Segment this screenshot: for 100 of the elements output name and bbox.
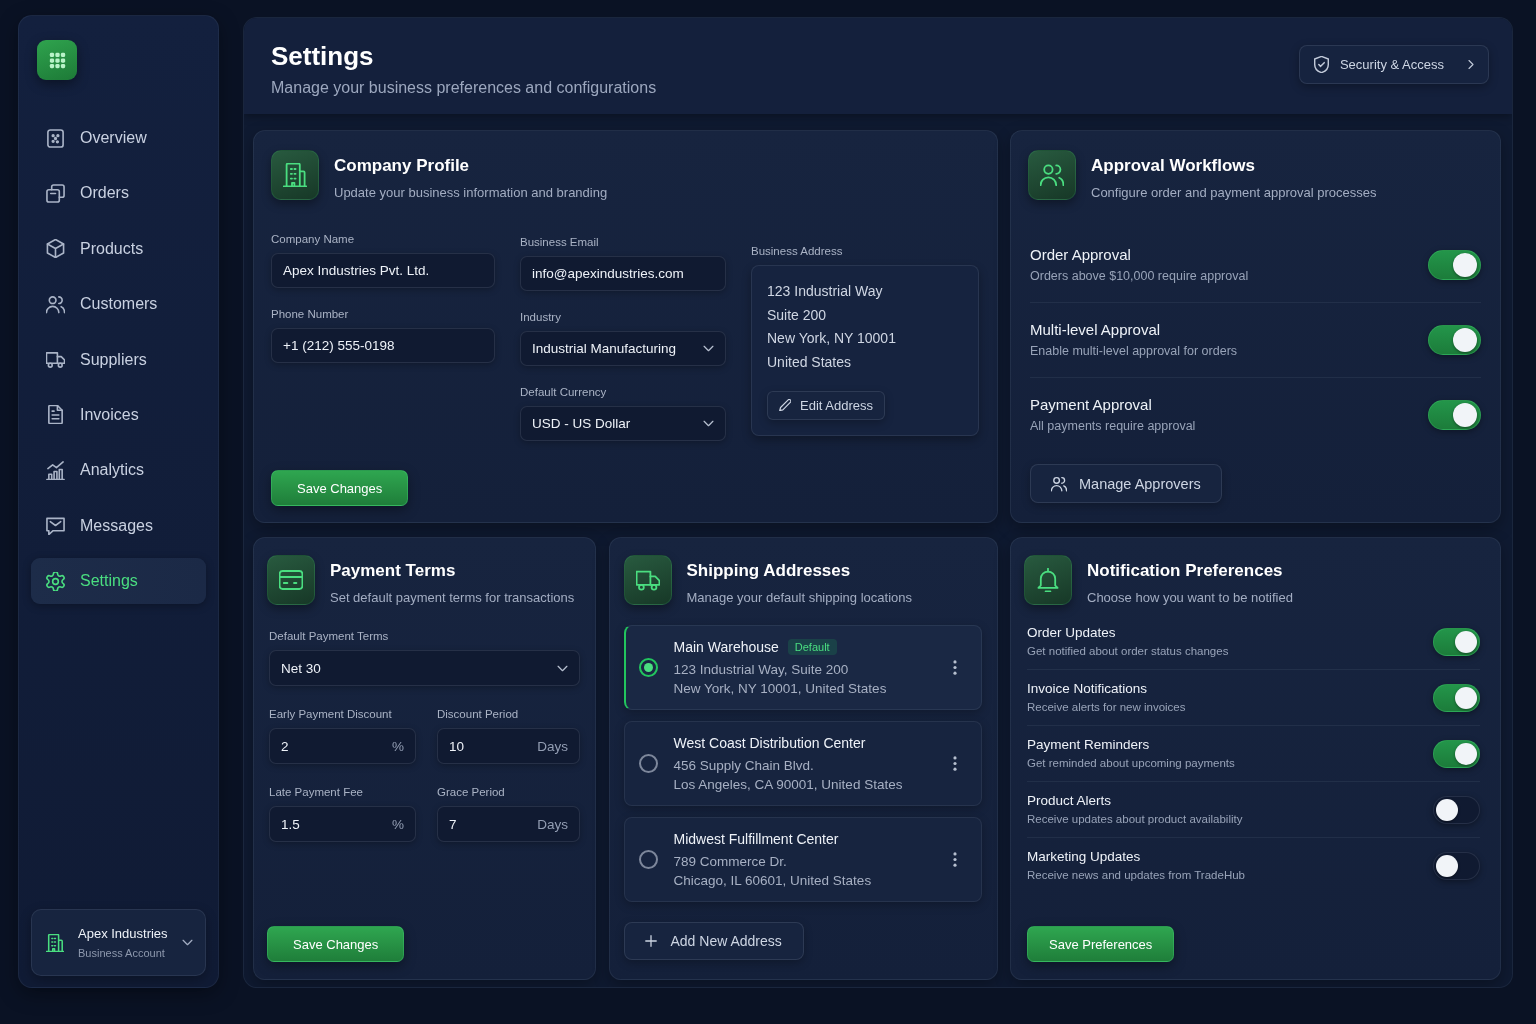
kebab-menu-icon[interactable]	[952, 660, 957, 675]
address-line: United States	[767, 353, 852, 373]
security-access-button[interactable]: Security & Access	[1298, 45, 1489, 84]
address-card[interactable]: Main Warehouse Default 123 Industrial Way, Suite 200 New York, NY 10001, United States	[623, 625, 982, 710]
users-icon	[1051, 475, 1067, 492]
card-subtitle: Update your business information and branding	[334, 184, 608, 202]
setting-description: Orders above $10,000 require approval	[1030, 268, 1249, 285]
address-line: New York, NY 10001	[767, 329, 896, 349]
bell-icon	[1024, 555, 1072, 605]
setting-description: Enable multi-level approval for orders	[1030, 343, 1238, 360]
setting-title: Payment Approval	[1030, 395, 1153, 415]
setting-description: Get reminded about upcoming payments	[1027, 756, 1235, 771]
setting-title: Order Approval	[1030, 245, 1132, 265]
setting-title: Payment Reminders	[1027, 736, 1151, 754]
card-title: Notification Preferences	[1087, 560, 1284, 582]
page-title: Settings	[271, 40, 375, 72]
chevron-down-icon	[703, 345, 714, 352]
account-name: Apex Industries	[78, 925, 168, 942]
card-title: Shipping Addresses	[686, 560, 852, 582]
address-line: Chicago, IL 60601, United States	[673, 872, 873, 890]
select-field[interactable]: USD - US Dollar	[520, 406, 726, 441]
input-field[interactable]: 1.5 %	[269, 806, 416, 842]
setting-description: Receive news and updates from TradeHub	[1027, 868, 1245, 883]
setting-description: Get notified about order status changes	[1027, 644, 1229, 659]
setting-title: Marketing Updates	[1027, 848, 1142, 866]
toggle-switch[interactable]	[1428, 325, 1481, 355]
toggle-switch[interactable]	[1428, 400, 1481, 430]
unit-suffix: Days	[537, 738, 568, 754]
field-label: Company Name	[271, 232, 356, 246]
nav-item[interactable]: Customers	[31, 281, 206, 328]
chevron-down-icon	[557, 664, 568, 672]
nav-item[interactable]: Invoices	[31, 391, 206, 438]
field-label: Discount Period	[437, 707, 520, 721]
select-field[interactable]: Net 30	[269, 650, 580, 686]
input-field[interactable]: info@apexindustries.com	[520, 256, 726, 291]
edit-address-button[interactable]: Edit Address	[767, 390, 885, 420]
nav-item[interactable]: Analytics	[31, 447, 206, 494]
nav-item[interactable]: Settings	[31, 558, 206, 605]
card-title: Payment Terms	[330, 560, 457, 582]
manage-approvers-button[interactable]: Manage Approvers	[1030, 464, 1222, 503]
toggle-switch[interactable]	[1433, 627, 1480, 656]
nav-item[interactable]: Orders	[31, 170, 206, 217]
setting-title: Product Alerts	[1027, 792, 1113, 810]
save-changes-button[interactable]: Save Changes	[267, 926, 405, 962]
input-field[interactable]: 10 Days	[437, 728, 580, 764]
field-label: Grace Period	[437, 785, 506, 799]
page-subtitle: Manage your business preferences and configurations	[271, 78, 657, 98]
input-field[interactable]: 2 %	[269, 728, 416, 764]
cube-icon	[46, 239, 65, 259]
address-card[interactable]: West Coast Distribution Center 456 Supply Chain Blvd. Los Angeles, CA 90001, United States	[623, 721, 982, 806]
card-title: Company Profile	[334, 155, 471, 177]
card-title: Approval Workflows	[1091, 155, 1257, 177]
input-field[interactable]: 7 Days	[437, 806, 580, 842]
toggle-switch[interactable]	[1433, 683, 1480, 712]
kebab-menu-icon[interactable]	[952, 852, 957, 867]
setting-description: Receive updates about product availability	[1027, 812, 1243, 827]
address-line: 789 Commerce Dr.	[673, 853, 788, 871]
address-name: Main Warehouse	[673, 638, 779, 657]
shield-check-icon	[1312, 56, 1330, 73]
nav-item[interactable]: Suppliers	[31, 336, 206, 383]
field-label: Business Address	[751, 244, 844, 258]
setting-title: Invoice Notifications	[1027, 680, 1149, 698]
setting-description: All payments require approval	[1030, 418, 1196, 435]
pencil-icon	[779, 399, 791, 412]
toggle-switch[interactable]	[1433, 851, 1480, 880]
grid-logo-icon[interactable]	[37, 40, 77, 80]
message-icon	[46, 516, 65, 536]
kebab-menu-icon[interactable]	[952, 756, 957, 771]
address-line: Suite 200	[767, 305, 827, 325]
input-field[interactable]: +1 (212) 555-0198	[271, 328, 495, 363]
truck-icon	[46, 350, 65, 370]
settings-icon	[46, 571, 65, 591]
setting-description: Receive alerts for new invoices	[1027, 700, 1186, 715]
address-name: West Coast Distribution Center	[673, 734, 866, 753]
save-preferences-button[interactable]: Save Preferences	[1027, 926, 1175, 962]
add-address-button[interactable]: Add New Address	[623, 922, 804, 960]
address-line: Los Angeles, CA 90001, United States	[673, 776, 904, 794]
card-subtitle: Configure order and payment approval processes	[1091, 184, 1377, 202]
truck-icon	[623, 555, 672, 605]
radio-button[interactable]	[638, 754, 658, 773]
select-field[interactable]: Industrial Manufacturing	[520, 331, 726, 366]
field-label: Default Currency	[520, 385, 608, 399]
nav-item[interactable]: Messages	[31, 502, 206, 549]
unit-suffix: %	[392, 738, 404, 754]
credit-card-icon	[267, 555, 315, 605]
radio-button[interactable]	[638, 850, 658, 869]
nav-item[interactable]: Products	[31, 225, 206, 272]
save-changes-button[interactable]: Save Changes	[271, 470, 409, 506]
nav-item[interactable]: Overview	[31, 115, 206, 161]
setting-title: Order Updates	[1027, 624, 1117, 642]
input-field[interactable]: Apex Industries Pvt. Ltd.	[271, 253, 495, 288]
field-label: Phone Number	[271, 307, 350, 321]
account-type: Business Account	[78, 945, 166, 960]
toggle-switch[interactable]	[1433, 795, 1480, 824]
account-card[interactable]: Apex Industries Business Account	[31, 909, 206, 976]
toggle-switch[interactable]	[1433, 739, 1480, 768]
address-card[interactable]: Midwest Fulfillment Center 789 Commerce Dr. Chicago, IL 60601, United States	[623, 817, 982, 902]
radio-button[interactable]	[638, 658, 658, 677]
toggle-switch[interactable]	[1428, 250, 1481, 280]
field-label: Early Payment Discount	[269, 707, 393, 721]
